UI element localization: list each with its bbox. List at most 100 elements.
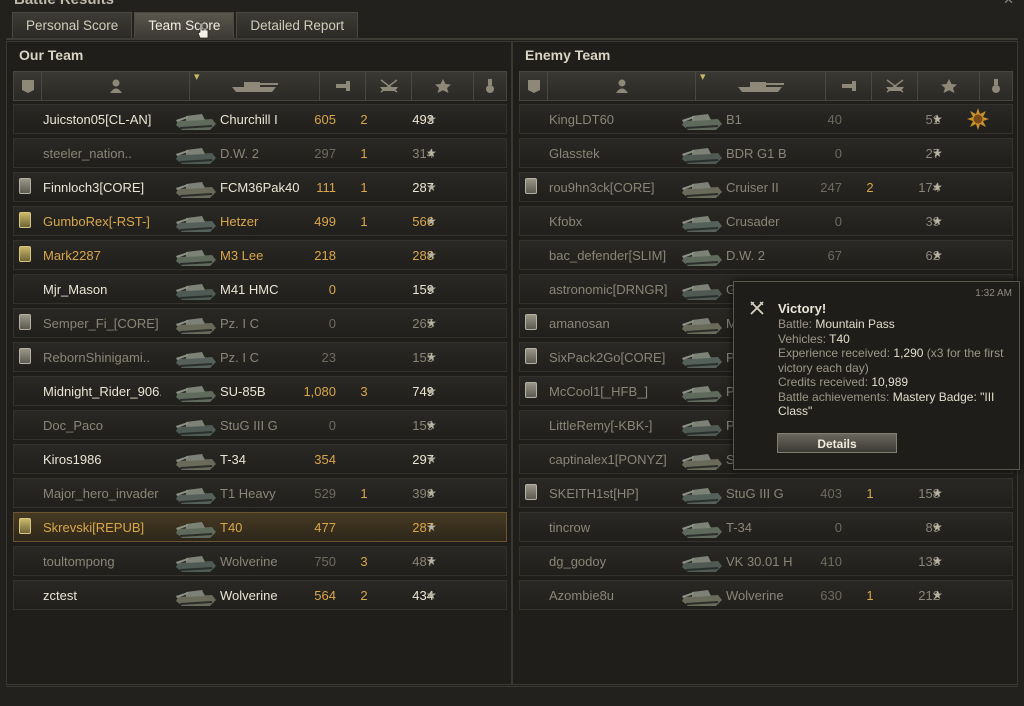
tank-icon	[176, 114, 216, 130]
vehicle-name: StuG III G	[726, 486, 784, 501]
vehicle-name: T1 Heavy	[220, 486, 276, 501]
vehicle-thumbnail	[678, 242, 726, 268]
enemy-team-row[interactable]: Glasstek BDR G1 B 0 27 ★	[519, 138, 1013, 168]
player-name[interactable]: Doc_Paco	[43, 418, 103, 433]
star-icon: ★	[932, 214, 943, 228]
tab-personal-score[interactable]: Personal Score	[12, 12, 133, 38]
player-name[interactable]: SKEITH1st[HP]	[549, 486, 639, 501]
player-name[interactable]: Midnight_Rider_906..	[43, 384, 161, 399]
vehicle-name: D.W. 2	[726, 248, 766, 263]
player-name[interactable]: Azombie8u	[549, 588, 614, 603]
player-name[interactable]: GumboRex[-RST-]	[43, 214, 150, 229]
enemy-team-row[interactable]: tincrow T-34 0 89 ★	[519, 512, 1013, 542]
header-damage-column[interactable]	[826, 72, 872, 100]
player-name[interactable]: Skrevski[REPUB]	[43, 520, 144, 535]
player-name[interactable]: RebornShinigami..	[43, 350, 150, 365]
tooltip-line-value: T40	[829, 331, 850, 346]
enemy-team-row[interactable]: SKEITH1st[HP] StuG III G 403 1 158 ★	[519, 478, 1013, 508]
details-button[interactable]: Details	[777, 433, 897, 453]
player-name[interactable]: zctest	[43, 588, 77, 603]
our-team-row[interactable]: Mark2287 M3 Lee 218 288 ★	[13, 240, 507, 270]
star-icon: ★	[426, 588, 437, 602]
player-name[interactable]: tincrow	[549, 520, 590, 535]
player-name[interactable]: SixPack2Go[CORE]	[549, 350, 665, 365]
header-medal-column[interactable]	[980, 72, 1012, 100]
player-name[interactable]: toultompong	[43, 554, 115, 569]
tab-detailed-report[interactable]: Detailed Report	[236, 12, 359, 38]
tank-icon	[176, 488, 216, 504]
our-team-row[interactable]: Midnight_Rider_906.. SU-85B 1,080 3 749 ★	[13, 376, 507, 406]
player-name[interactable]: Finnloch3[CORE]	[43, 180, 144, 195]
header-vehicle-column[interactable]: ▾	[696, 71, 826, 100]
player-name[interactable]: Mark2287	[43, 248, 101, 263]
header-badge-column[interactable]	[520, 72, 548, 100]
vehicle-thumbnail	[172, 208, 220, 234]
tank-icon	[682, 318, 722, 334]
vehicle-name: T40	[220, 520, 243, 535]
enemy-team-row[interactable]: dg_godoy VK 30.01 H 410 138 ★	[519, 546, 1013, 576]
our-team-row[interactable]: GumboRex[-RST-] Hetzer 499 1 566 ★	[13, 206, 507, 236]
header-player-column[interactable]	[42, 72, 190, 100]
our-team-row[interactable]: Kiros1986 T-34 354 297 ★	[13, 444, 507, 474]
header-xp-column[interactable]	[918, 72, 980, 100]
player-name[interactable]: bac_defender[SLIM]	[549, 248, 666, 263]
star-icon: ★	[426, 112, 437, 126]
header-medal-column[interactable]	[474, 72, 506, 100]
tab-team-score[interactable]: Team Score	[134, 12, 235, 38]
enemy-team-row[interactable]: Kfobx Crusader 0 39 ★	[519, 206, 1013, 236]
header-kills-column[interactable]	[366, 72, 412, 100]
vehicle-name: M41 HMC	[220, 282, 279, 297]
our-team-row[interactable]: steeler_nation.. D.W. 2 297 1 314 ★	[13, 138, 507, 168]
player-name[interactable]: Major_hero_invader	[43, 486, 159, 501]
header-player-column[interactable]	[548, 72, 696, 100]
star-icon	[940, 79, 957, 93]
enemy-team-row[interactable]: Azombie8u Wolverine 630 1 212 ★	[519, 580, 1013, 610]
medal-icon	[992, 79, 1000, 93]
enemy-team-row[interactable]: bac_defender[SLIM] D.W. 2 67 62 ★	[519, 240, 1013, 270]
our-team-row[interactable]: Semper_Fi_[CORE] Pz. I C 0 265 ★	[13, 308, 507, 338]
header-damage-column[interactable]	[320, 72, 366, 100]
vehicle-thumbnail	[678, 310, 726, 336]
player-name[interactable]: Kiros1986	[43, 452, 102, 467]
our-team-row[interactable]: toultompong Wolverine 750 3 487 ★	[13, 546, 507, 576]
clan-badge-icon	[19, 178, 33, 196]
player-name[interactable]: captinalex1[PONYZ]	[549, 452, 667, 467]
our-team-row[interactable]: RebornShinigami.. Pz. I C 23 155 ★	[13, 342, 507, 372]
player-name[interactable]: LittleRemy[-KBK-]	[549, 418, 652, 433]
vehicle-thumbnail	[172, 106, 220, 132]
player-name[interactable]: Glasstek	[549, 146, 600, 161]
our-team-row[interactable]: zctest Wolverine 564 2 434 ★	[13, 580, 507, 610]
player-name[interactable]: Mjr_Mason	[43, 282, 107, 297]
our-team-row[interactable]: Finnloch3[CORE] FCM36Pak40 111 1 287 ★	[13, 172, 507, 202]
header-xp-column[interactable]	[412, 72, 474, 100]
vehicle-thumbnail	[678, 480, 726, 506]
our-team-row[interactable]: Juicston05[CL-AN] Churchill I 605 2 493 ★	[13, 104, 507, 134]
title-bar: Battle Results ✕	[0, 0, 1024, 8]
our-team-row[interactable]: Skrevski[REPUB] T40 477 287 ★	[13, 512, 507, 542]
our-team-row[interactable]: Doc_Paco StuG III G 0 159 ★	[13, 410, 507, 440]
header-vehicle-column[interactable]: ▾	[190, 71, 320, 100]
our-team-row[interactable]: Mjr_Mason M41 HMC 0 159 ★	[13, 274, 507, 304]
close-icon[interactable]: ✕	[1003, 0, 1014, 8]
enemy-team-row[interactable]: KingLDT60 B1 40 51 ★	[519, 104, 1013, 134]
player-name[interactable]: amanosan	[549, 316, 610, 331]
player-name[interactable]: steeler_nation..	[43, 146, 132, 161]
player-name[interactable]: Juicston05[CL-AN]	[43, 112, 151, 127]
our-team-row[interactable]: Major_hero_invader T1 Heavy 529 1 398 ★	[13, 478, 507, 508]
star-icon: ★	[426, 146, 437, 160]
crossed-swords-icon	[750, 301, 764, 315]
tab-divider	[6, 38, 1018, 40]
tank-icon	[176, 590, 216, 606]
player-name[interactable]: Semper_Fi_[CORE]	[43, 316, 159, 331]
our-team-rows: Juicston05[CL-AN] Churchill I 605 2 493 ★ stee…	[13, 104, 507, 614]
player-name[interactable]: rou9hn3ck[CORE]	[549, 180, 655, 195]
header-badge-column[interactable]	[14, 72, 42, 100]
player-name[interactable]: McCool1[_HFB_]	[549, 384, 648, 399]
enemy-team-row[interactable]: rou9hn3ck[CORE] Cruiser II 247 2 174 ★	[519, 172, 1013, 202]
player-name[interactable]: Kfobx	[549, 214, 582, 229]
vehicle-name: Wolverine	[220, 588, 278, 603]
player-name[interactable]: astronomic[DRNGR]	[549, 282, 667, 297]
header-kills-column[interactable]	[872, 72, 918, 100]
player-name[interactable]: dg_godoy	[549, 554, 606, 569]
player-name[interactable]: KingLDT60	[549, 112, 614, 127]
